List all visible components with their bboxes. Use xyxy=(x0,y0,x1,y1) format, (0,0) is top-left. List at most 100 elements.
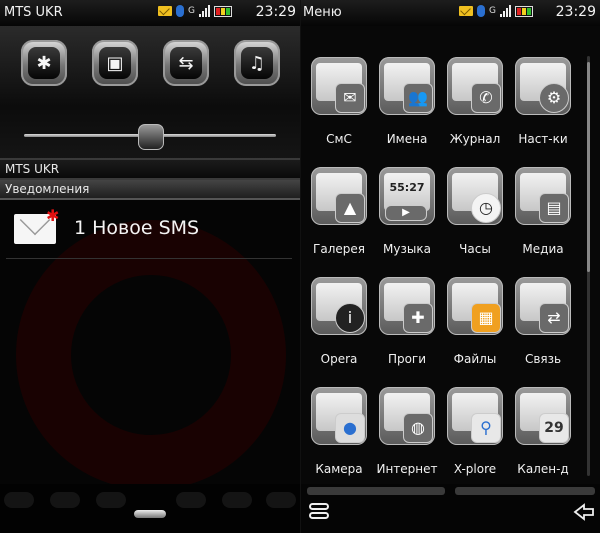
xplore-search-icon: ⚲ xyxy=(447,387,503,445)
internet-globe-icon: ◍ xyxy=(379,387,435,445)
volume-slider-handle[interactable] xyxy=(138,124,164,150)
app-settings[interactable]: ⚙ Наст-ки xyxy=(509,52,577,152)
contacts-icon: 👥 xyxy=(379,57,435,115)
bluetooth-toggle[interactable]: ✱ xyxy=(21,40,67,86)
operator-name: MTS UKR xyxy=(4,5,63,20)
back-arrow-icon[interactable] xyxy=(573,502,595,522)
options-menu-icon[interactable] xyxy=(309,503,333,523)
clock-time: 23:29 xyxy=(555,4,596,20)
app-opera[interactable]: i Opera xyxy=(305,272,373,372)
gallery-icon: ▲ xyxy=(311,167,367,225)
quick-settings-area: ✱ ▣ ⇆ ♫ xyxy=(0,26,300,160)
calendar-icon: 29 xyxy=(515,387,571,445)
clock-time: 23:29 xyxy=(255,4,296,20)
app-internet[interactable]: ◍ Интернет xyxy=(373,382,441,482)
music-player-icon: 55:27 ▶ xyxy=(379,167,435,225)
bluetooth-status-icon xyxy=(176,5,184,17)
panel-drag-handle[interactable] xyxy=(134,510,166,518)
status-bar: Меню G 23:29 xyxy=(301,0,600,26)
status-icons: G xyxy=(158,5,232,17)
app-files[interactable]: ▦ Файлы xyxy=(441,272,509,372)
app-contacts[interactable]: 👥 Имена xyxy=(373,52,441,152)
files-icon: ▦ xyxy=(447,277,503,335)
app-programs[interactable]: ✚ Проги xyxy=(373,272,441,372)
menu-title: Меню xyxy=(303,5,342,20)
battery-icon xyxy=(213,5,232,17)
data-transfer-icon: ⇆ xyxy=(170,47,202,79)
app-label: Кален-д xyxy=(517,462,569,476)
bluetooth-icon: ✱ xyxy=(28,47,60,79)
new-star-icon: ✱ xyxy=(46,206,60,225)
battery-icon xyxy=(514,5,533,17)
status-bar: MTS UKR G 23:29 xyxy=(0,0,300,26)
music-toggle[interactable]: ♫ xyxy=(234,40,280,86)
music-icon: ♫ xyxy=(241,47,273,79)
opera-browser-icon: i xyxy=(311,277,367,335)
app-label: Часы xyxy=(459,242,491,256)
profiles-toggle[interactable]: ▣ xyxy=(92,40,138,86)
new-message-icon xyxy=(459,6,473,16)
app-label: Связь xyxy=(524,352,562,366)
background-logo xyxy=(16,220,286,490)
notification-text: 1 Новое SMS xyxy=(74,217,200,239)
app-label: Проги xyxy=(387,352,427,366)
signal-strength-icon xyxy=(499,5,511,17)
app-label: Медиа xyxy=(522,242,564,256)
programs-puzzle-icon: ✚ xyxy=(379,277,435,335)
dock-call-icon[interactable] xyxy=(96,492,126,508)
app-media[interactable]: ▤ Медиа xyxy=(509,162,577,262)
divider xyxy=(6,258,292,259)
notifications-header: Уведомления xyxy=(0,180,300,198)
app-label: X-plore xyxy=(453,462,497,476)
app-label: Музыка xyxy=(383,242,431,256)
profiles-icon: ▣ xyxy=(99,47,131,79)
network-type-indicator: G xyxy=(188,5,195,16)
app-label: Галерея xyxy=(313,242,365,256)
app-label: Журнал xyxy=(449,132,501,146)
app-label: Наст-ки xyxy=(518,132,568,146)
main-menu-screen: Меню G 23:29 ✉ СмС 👥 Имена ✆ Журнал ⚙ На… xyxy=(300,0,600,533)
dock-hangup-icon[interactable] xyxy=(222,492,252,508)
app-label: Имена xyxy=(386,132,428,146)
app-log[interactable]: ✆ Журнал xyxy=(441,52,509,152)
app-label: Opera xyxy=(320,352,358,366)
app-calendar[interactable]: 29 Кален-д xyxy=(509,382,577,482)
app-camera[interactable]: ● Камера xyxy=(305,382,373,482)
softkey-bar xyxy=(301,484,600,533)
sms-notification[interactable]: ✱ 1 Новое SMS xyxy=(6,204,292,256)
log-icon: ✆ xyxy=(447,57,503,115)
app-gallery[interactable]: ▲ Галерея xyxy=(305,162,373,262)
signal-strength-icon xyxy=(198,5,210,17)
softkey-separator xyxy=(307,487,445,495)
messages-icon: ✉ xyxy=(311,57,367,115)
app-connectivity[interactable]: ⇄ Связь xyxy=(509,272,577,372)
network-type-indicator: G xyxy=(489,5,496,16)
app-clock[interactable]: ◷ Часы xyxy=(441,162,509,262)
app-label: Камера xyxy=(315,462,363,476)
new-message-icon xyxy=(158,6,172,16)
app-messages[interactable]: ✉ СмС xyxy=(305,52,373,152)
status-icons: G xyxy=(459,5,533,17)
app-label: Интернет xyxy=(376,462,438,476)
dock-bar xyxy=(0,484,300,533)
divider xyxy=(0,198,300,200)
dock-extra-icon[interactable] xyxy=(266,492,296,508)
app-music[interactable]: 55:27 ▶ Музыка xyxy=(373,162,441,262)
scrollbar-thumb[interactable] xyxy=(587,62,590,272)
dock-tools-icon[interactable] xyxy=(176,492,206,508)
app-label: Файлы xyxy=(453,352,497,366)
operator-row: MTS UKR xyxy=(0,160,300,178)
dock-phone-icon[interactable] xyxy=(4,492,34,508)
clock-icon: ◷ xyxy=(447,167,503,225)
media-icon: ▤ xyxy=(515,167,571,225)
notification-panel-screen: MTS UKR G 23:29 ✱ ▣ ⇆ ♫ MTS UKR Уведомле… xyxy=(0,0,300,533)
bluetooth-status-icon xyxy=(477,5,485,17)
app-label: СмС xyxy=(326,132,352,146)
settings-gear-icon: ⚙ xyxy=(515,57,571,115)
data-transfer-toggle[interactable]: ⇆ xyxy=(163,40,209,86)
dock-menu-icon[interactable] xyxy=(50,492,80,508)
app-xplore[interactable]: ⚲ X-plore xyxy=(441,382,509,482)
softkey-separator xyxy=(455,487,595,495)
connectivity-icon: ⇄ xyxy=(515,277,571,335)
camera-icon: ● xyxy=(311,387,367,445)
